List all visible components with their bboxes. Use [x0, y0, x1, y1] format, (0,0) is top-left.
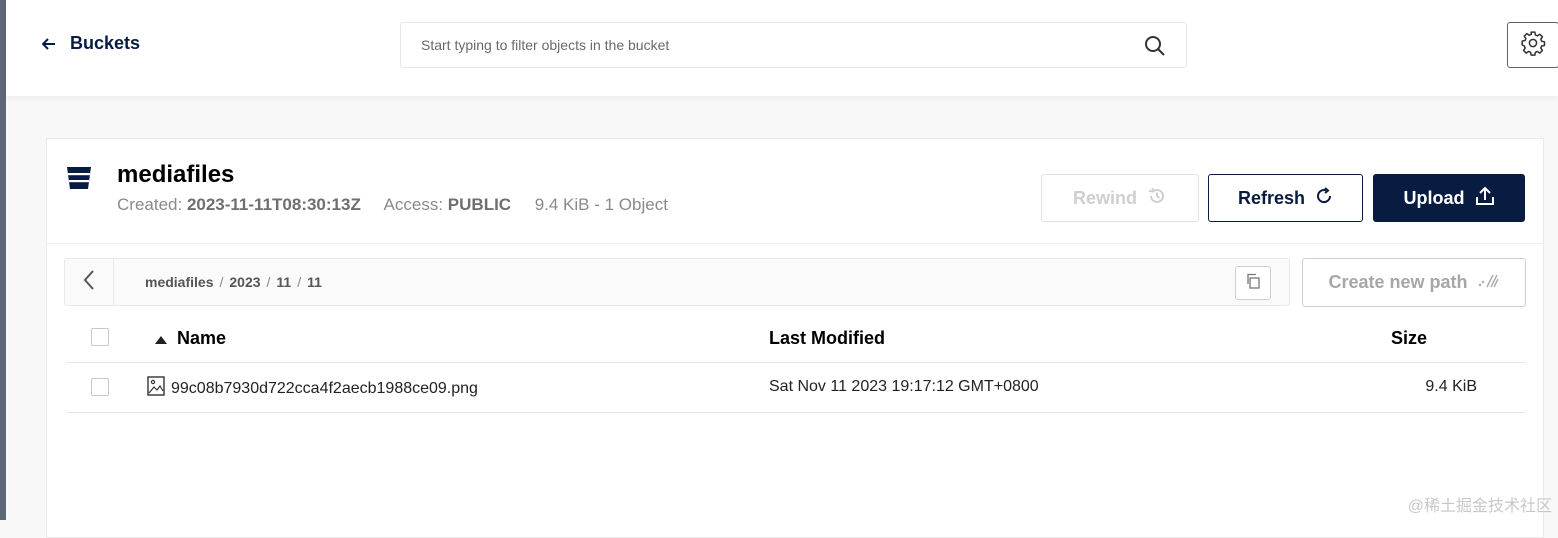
back-label: Buckets: [70, 33, 141, 53]
breadcrumb-separator: /: [297, 274, 302, 290]
breadcrumb-separator: /: [266, 274, 271, 290]
object-filter-search: [400, 22, 1187, 68]
arrow-left-icon: [42, 37, 56, 50]
access-label: Access:: [383, 195, 444, 214]
sort-ascending-icon: [155, 328, 167, 349]
chevron-left-icon: [82, 269, 96, 296]
column-name-label: Name: [177, 328, 227, 348]
refresh-button[interactable]: Refresh: [1208, 174, 1363, 222]
copy-icon: [1245, 273, 1261, 294]
column-header-name[interactable]: Name: [155, 328, 226, 349]
header-divider: [47, 243, 1543, 244]
refresh-label: Refresh: [1237, 187, 1306, 208]
file-size: 9.4 KiB: [1425, 378, 1477, 395]
history-icon: [1147, 186, 1167, 211]
select-all-checkbox[interactable]: [91, 328, 109, 346]
image-file-icon: [147, 376, 165, 401]
table-header: Name Last Modified Size: [67, 314, 1525, 363]
settings-button[interactable]: [1507, 22, 1558, 68]
refresh-icon: [1315, 186, 1333, 210]
created-value: 2023-11-11T08:30:13Z: [186, 195, 361, 214]
rewind-button[interactable]: Rewind: [1041, 174, 1199, 222]
objects-table: Name Last Modified Size 99c08b7930d722cc…: [67, 314, 1525, 413]
breadcrumb-item[interactable]: 11: [276, 274, 291, 290]
breadcrumb-path: mediafiles / 2023 / 11 / 11: [145, 274, 322, 290]
breadcrumb-item[interactable]: mediafiles: [145, 274, 213, 290]
breadcrumb-separator: /: [219, 274, 224, 290]
created-label: Created:: [117, 195, 183, 214]
rewind-label: Rewind: [1072, 187, 1137, 208]
file-name: 99c08b7930d722cca4f2aecb1988ce09.png: [171, 379, 478, 397]
file-modified: Sat Nov 11 2023 19:17:12 GMT+0800: [769, 378, 1039, 395]
bucket-name: mediafiles: [117, 161, 235, 188]
column-header-size[interactable]: Size: [1391, 328, 1427, 349]
top-bar: Buckets: [6, 0, 1558, 96]
row-checkbox[interactable]: [91, 378, 109, 396]
upload-label: Upload: [1403, 187, 1465, 208]
breadcrumb-back-button[interactable]: [65, 259, 114, 305]
upload-button[interactable]: Upload: [1373, 174, 1525, 222]
bucket-meta: Created: 2023-11-11T08:30:13Z Access: PU…: [117, 195, 668, 215]
upload-icon: [1475, 186, 1495, 211]
search-input[interactable]: [401, 23, 1131, 67]
breadcrumb-item[interactable]: 2023: [229, 274, 260, 290]
back-to-buckets-link[interactable]: Buckets: [42, 33, 140, 54]
file-name-cell: 99c08b7930d722cca4f2aecb1988ce09.png: [147, 376, 478, 401]
create-path-label: Create new path: [1328, 272, 1468, 292]
copy-path-button[interactable]: [1235, 266, 1271, 300]
gear-icon: [1520, 30, 1546, 61]
create-new-path-button[interactable]: Create new path: [1302, 258, 1526, 307]
new-path-icon: [1478, 272, 1500, 293]
bucket-browser-card: mediafiles Created: 2023-11-11T08:30:13Z…: [46, 138, 1544, 538]
column-header-modified[interactable]: Last Modified: [769, 328, 885, 349]
watermark: @稀土掘金技术社区: [1407, 498, 1552, 515]
bucket-icon: [66, 165, 92, 196]
access-value: PUBLIC: [447, 195, 512, 214]
bucket-summary: 9.4 KiB - 1 Object: [534, 195, 668, 214]
table-row[interactable]: 99c08b7930d722cca4f2aecb1988ce09.png Sat…: [67, 363, 1525, 413]
breadcrumb-item[interactable]: 11: [307, 274, 322, 290]
search-icon[interactable]: [1144, 35, 1166, 62]
breadcrumb: mediafiles / 2023 / 11 / 11: [64, 258, 1290, 306]
